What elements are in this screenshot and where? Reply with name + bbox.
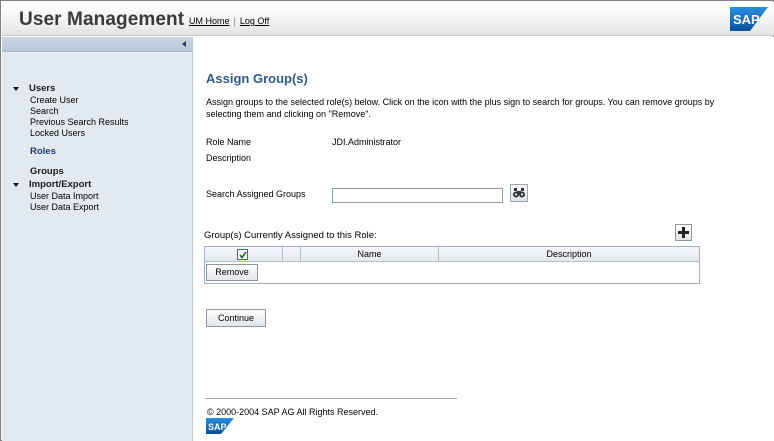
app-title: User Management: [19, 9, 185, 30]
nav-item-search[interactable]: Search: [2, 106, 192, 117]
name-column-header[interactable]: Name: [301, 247, 439, 262]
assigned-groups-title: Group(s) Currently Assigned to this Role…: [204, 230, 377, 241]
instructions-text: Assign groups to the selected role(s) be…: [206, 97, 715, 119]
nav-item-groups[interactable]: Groups: [2, 166, 192, 178]
app-window: User Management UM Home | Log Off SAP User…: [0, 0, 774, 441]
search-button[interactable]: [510, 184, 528, 202]
remove-button[interactable]: Remove: [206, 264, 258, 281]
role-name-label: Role Name: [206, 137, 252, 147]
plus-icon: [678, 227, 689, 238]
expand-triangle-icon: [13, 87, 19, 91]
nav-item-previous-search-results[interactable]: Previous Search Results: [2, 117, 192, 128]
description-label: Description: [206, 153, 252, 163]
collapse-arrow-icon[interactable]: [182, 41, 186, 47]
header-links: UM Home | Log Off: [189, 16, 269, 26]
main-content: Assign Group(s) Assign groups to the sel…: [193, 37, 774, 441]
copyright-text: © 2000-2004 SAP AG All Rights Reserved.: [207, 407, 379, 417]
page-title: Assign Group(s): [206, 71, 308, 86]
footer-divider: [205, 398, 457, 399]
select-all-column: [205, 247, 283, 262]
nav-group-users-label: Users: [29, 83, 56, 94]
nav-tree: Users Create User Search Previous Search…: [2, 83, 192, 213]
sap-logo: SAP: [730, 7, 768, 31]
search-assigned-groups-label: Search Assigned Groups: [206, 189, 306, 199]
nav-group-import-export[interactable]: Import/Export: [2, 179, 192, 191]
link-separator: |: [233, 16, 236, 26]
header-bar: User Management UM Home | Log Off SAP: [2, 2, 774, 36]
continue-button[interactable]: Continue: [206, 309, 266, 327]
svg-text:SAP: SAP: [733, 12, 760, 27]
expand-triangle-icon: [13, 183, 19, 187]
role-name-value: JDI.Administrator: [332, 137, 402, 147]
description-column-header[interactable]: Description: [439, 247, 699, 262]
log-off-link[interactable]: Log Off: [240, 16, 269, 26]
nav-item-create-user[interactable]: Create User: [2, 95, 192, 106]
table-header-row: Name Description: [205, 247, 699, 262]
nav-group-users[interactable]: Users: [2, 83, 192, 95]
nav-group-import-export-label: Import/Export: [29, 179, 92, 190]
nav-item-roles[interactable]: Roles: [2, 146, 192, 158]
checkmark-icon: [239, 251, 247, 259]
um-home-link[interactable]: UM Home: [189, 16, 230, 26]
nav-item-locked-users[interactable]: Locked Users: [2, 128, 192, 139]
assigned-groups-table: Name Description Remove: [204, 246, 700, 284]
sap-footer-logo: SAP: [206, 418, 234, 434]
nav-item-user-data-import[interactable]: User Data Import: [2, 191, 192, 202]
select-all-checkbox[interactable]: [237, 249, 248, 260]
left-navigation: Users Create User Search Previous Search…: [2, 37, 193, 441]
svg-text:SAP: SAP: [208, 422, 227, 432]
nav-item-user-data-export[interactable]: User Data Export: [2, 202, 192, 213]
binoculars-icon: [513, 188, 525, 198]
add-group-button[interactable]: [675, 224, 692, 241]
search-assigned-groups-input[interactable]: [332, 188, 503, 203]
spacer-column: [283, 247, 301, 262]
nav-toolbar: [2, 37, 192, 52]
